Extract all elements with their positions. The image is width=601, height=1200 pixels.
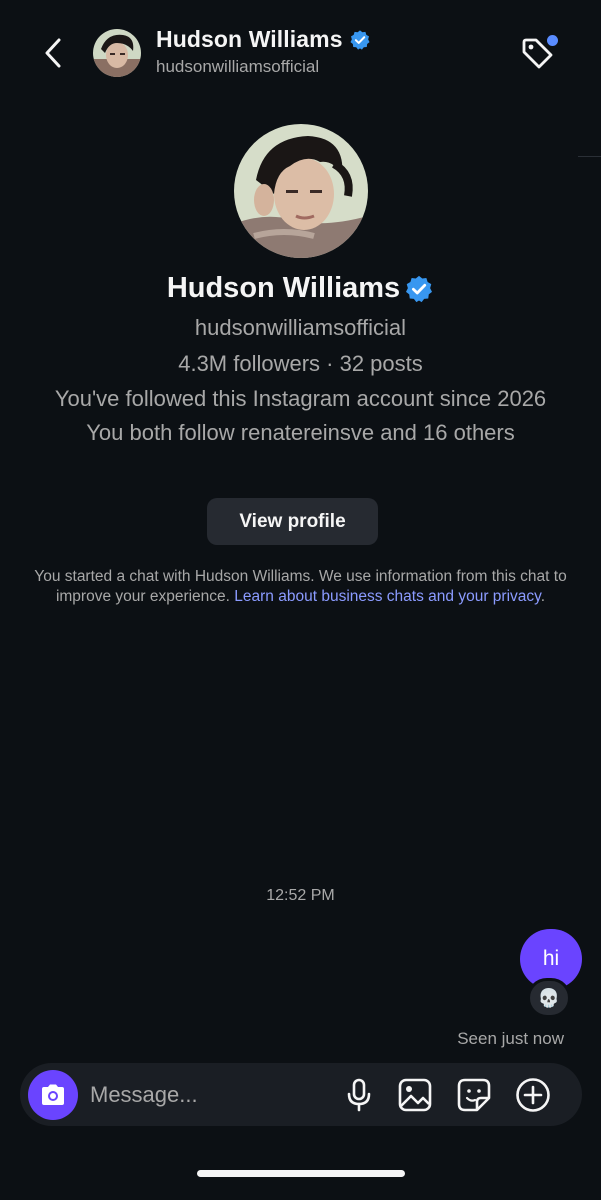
- header-name: Hudson Williams: [156, 26, 343, 52]
- camera-icon: [42, 1084, 64, 1105]
- view-profile-button[interactable]: View profile: [207, 498, 378, 545]
- message-timestamp: 12:52 PM: [266, 887, 335, 904]
- chat-header: Hudson Williams hudsonwilliamsofficial: [0, 0, 601, 110]
- tag-button[interactable]: [518, 32, 562, 72]
- verified-badge-icon: [350, 29, 370, 50]
- profile-card: Hudson Williams hudsonwilliamsofficial 4…: [0, 124, 601, 446]
- header-name-row[interactable]: Hudson Williams: [156, 26, 371, 53]
- gallery-icon: [398, 1078, 432, 1112]
- chevron-left-icon: [45, 38, 61, 68]
- home-indicator[interactable]: [197, 1170, 405, 1177]
- microphone-icon: [347, 1078, 371, 1112]
- sticker-icon: [457, 1078, 491, 1112]
- dm-screen: Hudson Williams hudsonwilliamsofficial H…: [0, 0, 601, 1200]
- seen-status: Seen just now: [457, 1029, 564, 1048]
- mutual-followers: You both follow renatereinsve and 16 oth…: [86, 420, 515, 445]
- profile-avatar[interactable]: [233, 124, 368, 258]
- gallery-button[interactable]: [396, 1076, 434, 1114]
- profile-stats: 4.3M followers · 32 posts: [178, 351, 423, 376]
- chat-disclaimer: You started a chat with Hudson Williams.…: [20, 567, 581, 607]
- plus-icon: [516, 1078, 550, 1112]
- disclaimer-suffix: .: [540, 588, 546, 605]
- privacy-link[interactable]: Learn about business chats and your priv…: [234, 588, 540, 605]
- verified-badge-icon: [406, 275, 433, 302]
- avatar-image: [93, 29, 141, 77]
- profile-name-row: Hudson Williams: [0, 272, 601, 305]
- sticker-button[interactable]: [455, 1076, 493, 1114]
- skull-reaction-icon: 💀: [537, 987, 561, 1008]
- profile-photo: [233, 124, 368, 258]
- camera-button[interactable]: [28, 1070, 78, 1120]
- message-reaction[interactable]: 💀: [527, 978, 571, 1018]
- profile-name: Hudson Williams: [166, 272, 401, 304]
- plus-button[interactable]: [514, 1076, 552, 1114]
- message-composer: [20, 1063, 582, 1126]
- back-button[interactable]: [36, 34, 70, 72]
- header-handle: hudsonwilliamsofficial: [156, 57, 320, 76]
- microphone-button[interactable]: [340, 1076, 378, 1114]
- message-input[interactable]: [90, 1077, 330, 1113]
- header-avatar[interactable]: [93, 29, 141, 77]
- notification-dot: [547, 35, 558, 46]
- followed-since: You've followed this Instagram account s…: [54, 386, 547, 411]
- profile-handle: hudsonwilliamsofficial: [194, 315, 407, 340]
